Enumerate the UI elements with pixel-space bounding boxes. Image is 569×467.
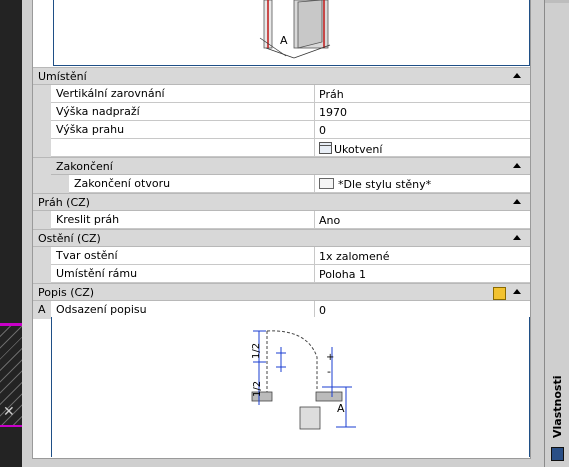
anchor-value[interactable]: Ukotvení: [315, 139, 530, 157]
properties-grid: A Umístění Vertikální zarovnání Práh Výš…: [32, 0, 531, 459]
plus-label: +: [326, 352, 334, 363]
property-row[interactable]: Kreslit práh Ano: [33, 211, 530, 229]
property-name: Kreslit práh: [51, 211, 315, 229]
property-value[interactable]: 1970: [315, 103, 530, 121]
collapse-arrow-icon[interactable]: [513, 199, 521, 204]
property-row[interactable]: Zakončení otvoru *Dle stylu stěny*: [33, 175, 530, 193]
property-value[interactable]: 0: [315, 121, 530, 139]
wall-style-icon: [319, 178, 334, 189]
side-dimension-label: A: [337, 402, 345, 415]
property-row[interactable]: Výška prahu 0: [33, 121, 530, 139]
collapse-arrow-icon[interactable]: [513, 289, 521, 294]
half-dimension-label: 1/2: [251, 343, 262, 359]
property-row[interactable]: Výška nadpraží 1970: [33, 103, 530, 121]
property-value[interactable]: Poloha 1: [315, 265, 530, 283]
annotation-marker: A: [38, 303, 46, 316]
category-label: Umístění: [38, 70, 87, 83]
property-name: Vertikální zarovnání: [51, 85, 315, 103]
property-name: Zakončení otvoru: [69, 175, 315, 193]
dimension-label-a: A: [280, 34, 288, 47]
collapse-arrow-icon[interactable]: [513, 235, 521, 240]
property-value[interactable]: *Dle stylu stěny*: [315, 175, 530, 193]
property-name: [51, 139, 315, 157]
property-row[interactable]: Tvar ostění 1x zalomené: [33, 247, 530, 265]
opening-end-value: *Dle stylu stěny*: [338, 178, 432, 191]
label-offset-diagram: 1/2 1/2 + - A: [51, 317, 530, 457]
category-umisteni[interactable]: Umístění: [33, 67, 530, 85]
anchor-icon: [319, 142, 332, 154]
subcategory-label: Zakončení: [56, 160, 113, 173]
collapse-arrow-icon[interactable]: [513, 73, 521, 78]
half-dimension-label: 1/2: [252, 381, 263, 397]
category-label: Práh (CZ): [38, 196, 90, 209]
property-name: Umístění rámu: [51, 265, 315, 283]
collapse-arrow-icon[interactable]: [513, 163, 521, 168]
palette-menu-icon[interactable]: [551, 447, 564, 461]
property-row[interactable]: Ukotvení: [33, 139, 530, 157]
crosshair-icon: ✕: [3, 404, 15, 420]
subcategory-zakonceni[interactable]: Zakončení: [33, 157, 530, 176]
property-name: Výška nadpraží: [51, 103, 315, 121]
property-name: Tvar ostění: [51, 247, 315, 265]
property-name: Výška prahu: [51, 121, 315, 139]
palette-title: Vlastnosti: [551, 375, 564, 438]
property-value[interactable]: Ano: [315, 211, 530, 229]
palette-title-bar[interactable]: Vlastnosti: [544, 0, 569, 467]
quick-select-icon[interactable]: [493, 287, 506, 300]
properties-palette: A Umístění Vertikální zarovnání Práh Výš…: [22, 0, 544, 467]
property-row[interactable]: Vertikální zarovnání Práh: [33, 85, 530, 103]
anchor-label: Ukotvení: [334, 143, 383, 156]
category-label: Popis (CZ): [38, 286, 95, 299]
category-popis[interactable]: Popis (CZ): [33, 283, 530, 301]
property-value[interactable]: Práh: [315, 85, 530, 103]
minus-label: -: [327, 365, 331, 378]
drawing-area[interactable]: ✕: [0, 0, 22, 467]
drawing-line-lower: [0, 425, 22, 427]
category-label: Ostění (CZ): [38, 232, 101, 245]
property-value[interactable]: 1x zalomené: [315, 247, 530, 265]
property-row[interactable]: Umístění rámu Poloha 1: [33, 265, 530, 283]
category-prah[interactable]: Práh (CZ): [33, 193, 530, 211]
door-preview-image: A: [53, 0, 530, 66]
category-osteni[interactable]: Ostění (CZ): [33, 229, 530, 247]
